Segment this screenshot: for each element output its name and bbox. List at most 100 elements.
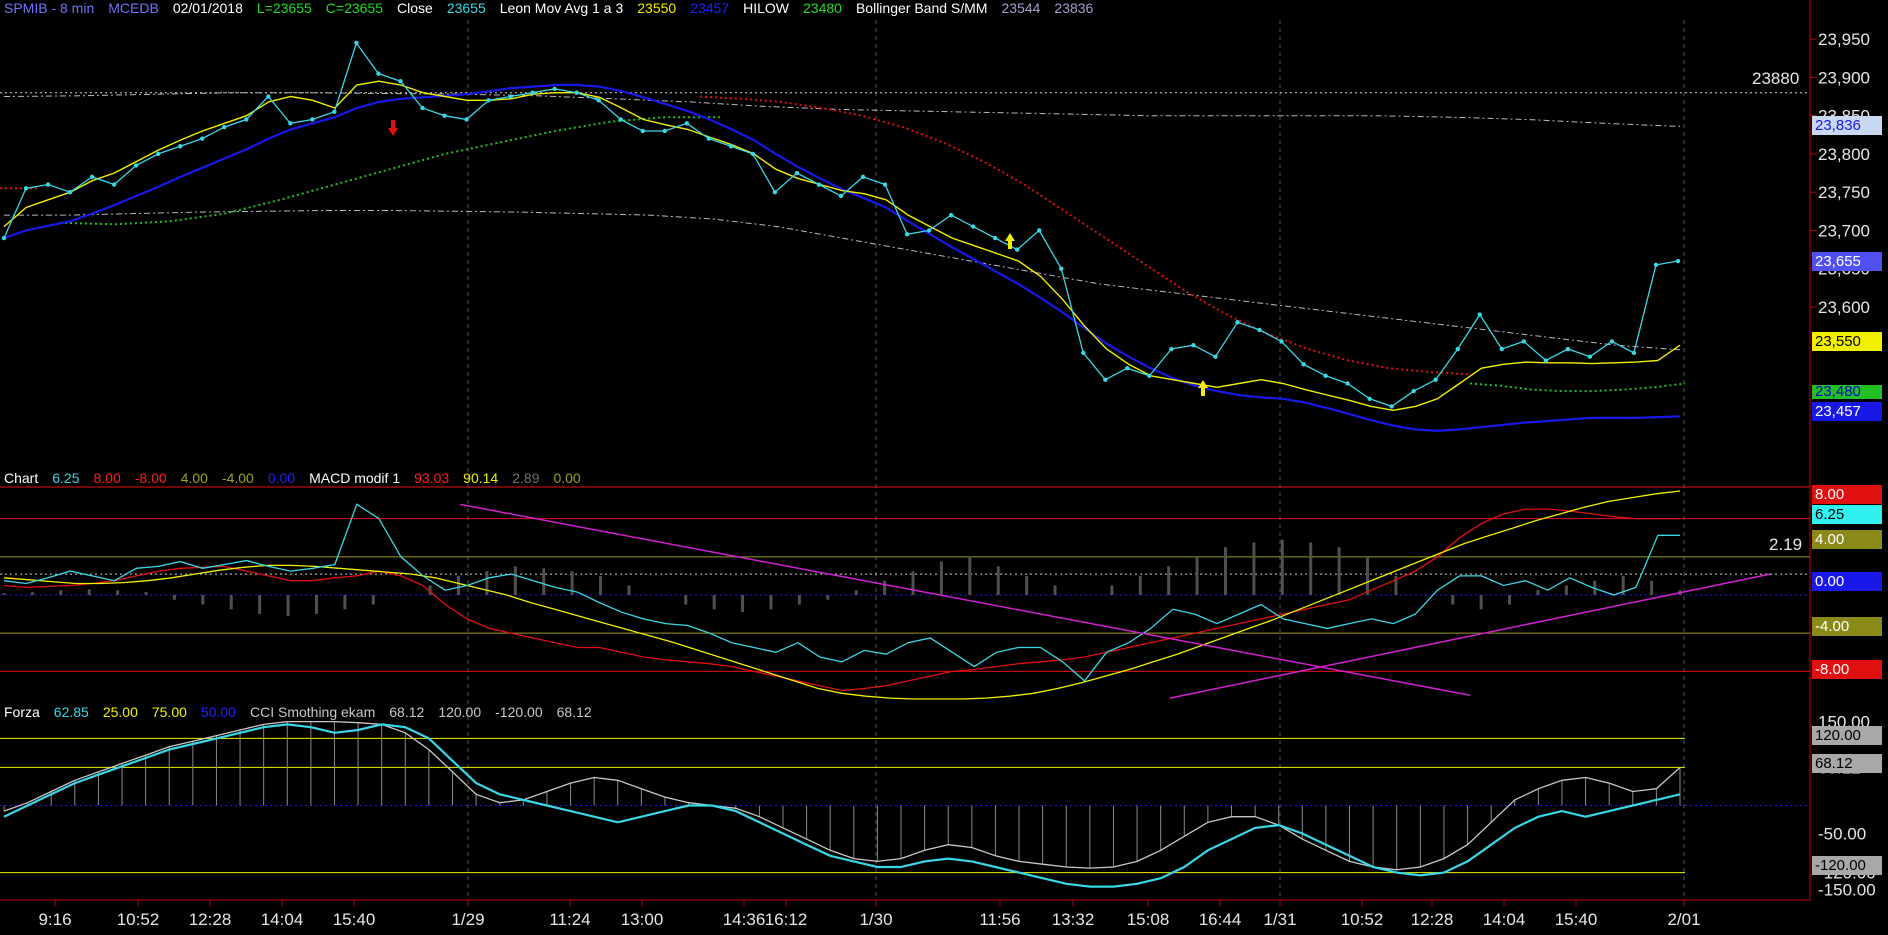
close-point [23, 186, 29, 191]
symbol-label: SPMIB - 8 min [4, 0, 95, 16]
price-y-tick-label: 23,900 [1818, 68, 1870, 87]
close-value: 23655 [446, 0, 486, 16]
close-point [89, 174, 95, 180]
close-point [904, 232, 910, 237]
close-point [133, 163, 139, 168]
close-point [1411, 388, 1416, 394]
macd-trendline-up [1169, 573, 1771, 699]
close-point [376, 71, 381, 76]
x-tick-label: 15:40 [1554, 910, 1598, 929]
macd-value-4: 0.00 [553, 470, 581, 486]
x-tick-label: 16:12 [764, 910, 808, 929]
close-label: Close [397, 0, 433, 16]
close-point [244, 117, 249, 122]
chart-canvas: 23,60023,65023,70023,75023,80023,85023,9… [0, 0, 1876, 906]
low-label: L=23655 [256, 0, 312, 16]
close-point [1015, 247, 1020, 252]
close-point [530, 90, 535, 95]
close-point [67, 189, 73, 195]
close-point [310, 117, 315, 122]
forza-value-1: 62.85 [53, 704, 89, 720]
close-point [926, 228, 932, 233]
x-tick-label: 13:32 [1051, 910, 1095, 929]
label-macd-neg8: -8.00 [1812, 660, 1882, 679]
close-point [1345, 381, 1350, 386]
price-y-tick-label: 23,600 [1818, 298, 1870, 317]
close-point [1543, 358, 1549, 363]
chart-value-3: -8.00 [134, 470, 167, 486]
close-point [662, 128, 667, 134]
close-point [838, 193, 844, 199]
x-tick-label: 1/30 [859, 910, 893, 929]
buy-arrow-icon [1198, 380, 1208, 396]
close-point [596, 98, 601, 103]
close-point [111, 182, 117, 187]
hilow-value: 23480 [803, 0, 842, 16]
forza-value-3: 75.00 [151, 704, 187, 720]
close-point [266, 94, 271, 99]
close-point [1059, 266, 1064, 271]
close-point [398, 79, 403, 84]
buy-arrow-icon [1005, 233, 1015, 249]
close-point [1433, 377, 1438, 382]
close-point [420, 105, 425, 111]
close-point [970, 224, 976, 229]
close-point [794, 170, 800, 176]
close-point [1675, 258, 1681, 264]
source-label: MCEDB [108, 0, 159, 16]
close-point [882, 182, 888, 187]
cci-panel-header: Forza 62.85 25.00 75.00 50.00 CCI Smothing ek… [4, 704, 606, 720]
close-point [1565, 346, 1571, 352]
cci-y-tick-label: -50.00 [1818, 824, 1866, 843]
close-point [816, 182, 822, 187]
close-point [552, 86, 557, 92]
label-mavg-blue: 23,457 [1812, 402, 1882, 421]
close-point [178, 144, 183, 149]
close-point [1389, 404, 1394, 409]
macd-label: MACD modif 1 [309, 470, 401, 486]
cci-value-2: 120.00 [438, 704, 482, 720]
label-cci-120: 120.00 [1812, 726, 1882, 745]
chart-value-5: -4.00 [221, 470, 254, 486]
x-tick-label: 16:44 [1198, 910, 1242, 929]
mavg-value-1: 23550 [637, 0, 677, 16]
close-point [772, 189, 778, 195]
close-compare-label: C=23655 [325, 0, 384, 16]
macd-reference-level: 2.19 [1769, 535, 1803, 554]
label-macd-8: 8.00 [1812, 485, 1882, 504]
label-bollinger-upper: 23,836 [1812, 116, 1882, 135]
close-point [684, 121, 690, 126]
macd-value-2: 90.14 [463, 470, 499, 486]
close-point [948, 212, 954, 218]
bollinger-value-2: 23836 [1054, 0, 1094, 16]
close-point [640, 128, 645, 134]
forza-label: Forza [4, 704, 40, 720]
close-point [1587, 354, 1593, 359]
cci-value-1: 68.12 [389, 704, 425, 720]
close-point [1037, 228, 1042, 233]
close-point [464, 117, 469, 122]
label-cci-neg120: -120.00 [1812, 856, 1882, 875]
close-point [200, 136, 205, 141]
close-point [1609, 339, 1615, 344]
cci-value-3: -120.00 [495, 704, 543, 720]
close-point [860, 174, 866, 180]
x-tick-label: 12:28 [188, 910, 232, 929]
date-label: 02/01/2018 [172, 0, 243, 16]
close-point [1, 235, 7, 241]
macd-value-1: 93.03 [414, 470, 450, 486]
forza-value-2: 25.00 [102, 704, 138, 720]
hilow-label: HILOW [743, 0, 790, 16]
close-point [728, 144, 734, 149]
close-point [1103, 377, 1108, 382]
cci-label: CCI Smothing ekam [249, 704, 376, 720]
series-mavg-yellow [3, 80, 1681, 412]
close-point [1367, 396, 1372, 401]
close-point [1235, 320, 1240, 325]
label-macd-cyan: 6.25 [1812, 505, 1882, 524]
macd-panel-header: Chart 6.25 8.00 -8.00 4.00 -4.00 0.00 MACD modi… [4, 470, 595, 486]
x-tick-label: 14:36 [722, 910, 766, 929]
x-tick-label: 11:24 [549, 910, 591, 929]
mavg-value-2: 23457 [690, 0, 730, 16]
price-y-tick-label: 23,750 [1818, 183, 1870, 202]
